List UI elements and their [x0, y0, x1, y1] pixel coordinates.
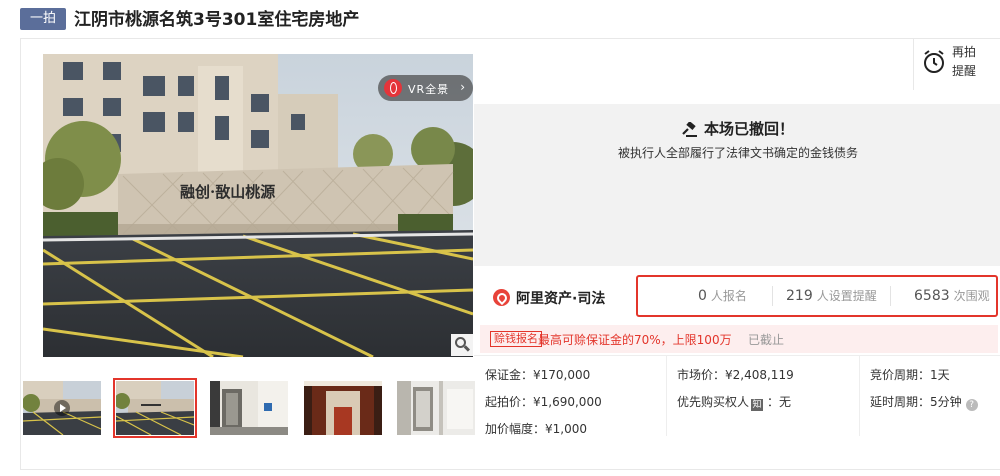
estate-sign: 融创·敔山桃源 — [180, 183, 275, 201]
zoom-button[interactable] — [451, 334, 473, 356]
start-price: 起拍价：¥1,690,000 — [485, 395, 602, 409]
stat-reminders: 219 人设置提醒 — [786, 288, 877, 304]
vr-tour-button[interactable]: VR全景 › — [378, 75, 473, 101]
deposit-credit-tag: 赊钱报名 — [490, 331, 542, 347]
help-icon[interactable]: ? — [965, 399, 978, 411]
page-title: 江阴市桃源名筑3号301室住宅房地产 — [74, 10, 360, 30]
market-price: 市场价：¥2,408,119 — [677, 368, 794, 382]
stat-views: 6583 次围观 — [914, 288, 990, 304]
thumbnail-1[interactable] — [23, 381, 101, 435]
delay-cycle: 延时周期：5分钟? — [870, 393, 978, 411]
deposit-credit-state: 已截止 — [748, 333, 785, 347]
auction-round-badge: 一拍 — [20, 8, 66, 30]
chevron-right-icon: › — [460, 80, 465, 94]
deposit-amount: 保证金：¥170,000 — [485, 368, 591, 382]
stat-signups: 0 人报名 — [698, 288, 747, 304]
stats-box: 0 人报名 219 人设置提醒 6583 次围观 — [636, 275, 998, 317]
thumbnail-5[interactable] — [397, 381, 475, 435]
ali-assets-icon — [493, 289, 510, 306]
thumbnail-2[interactable] — [113, 378, 197, 438]
thumbnail-4[interactable] — [304, 381, 382, 435]
alarm-clock-icon — [924, 50, 944, 73]
brand-name: 阿里资产·司法 — [516, 291, 606, 307]
title-row: 一拍 江阴市桃源名筑3号301室住宅房地产 — [0, 0, 1000, 40]
gavel-icon — [682, 121, 697, 137]
info-badge-icon[interactable]: 知 — [751, 399, 764, 411]
thumbnail-3[interactable] — [210, 381, 288, 435]
vr-label: VR全景 — [408, 83, 450, 96]
remind-button[interactable]: 再拍提醒 — [913, 38, 1000, 90]
deposit-credit-text: 最高可赊保证金的70%，上限100万 — [538, 333, 732, 347]
remind-label: 再拍提醒 — [952, 45, 977, 78]
bid-increment: 加价幅度：¥1,000 — [485, 422, 587, 436]
deposit-credit-row: 赊钱报名 最高可赊保证金的70%，上限100万 已截止 — [480, 325, 998, 353]
play-icon — [54, 400, 70, 416]
priority-buyer: 优先购买权人知：无 — [677, 395, 792, 411]
bid-cycle: 竞价周期：1天 — [870, 368, 950, 382]
brand-logo: 阿里资产·司法 — [493, 287, 623, 307]
vr-icon — [384, 79, 402, 97]
status-panel: 本场已撤回！ 被执行人全部履行了法律文书确定的金钱债务 — [474, 104, 1000, 266]
status-subtitle: 被执行人全部履行了法律文书确定的金钱债务 — [617, 146, 858, 160]
status-title: 本场已撤回！ — [703, 120, 794, 138]
